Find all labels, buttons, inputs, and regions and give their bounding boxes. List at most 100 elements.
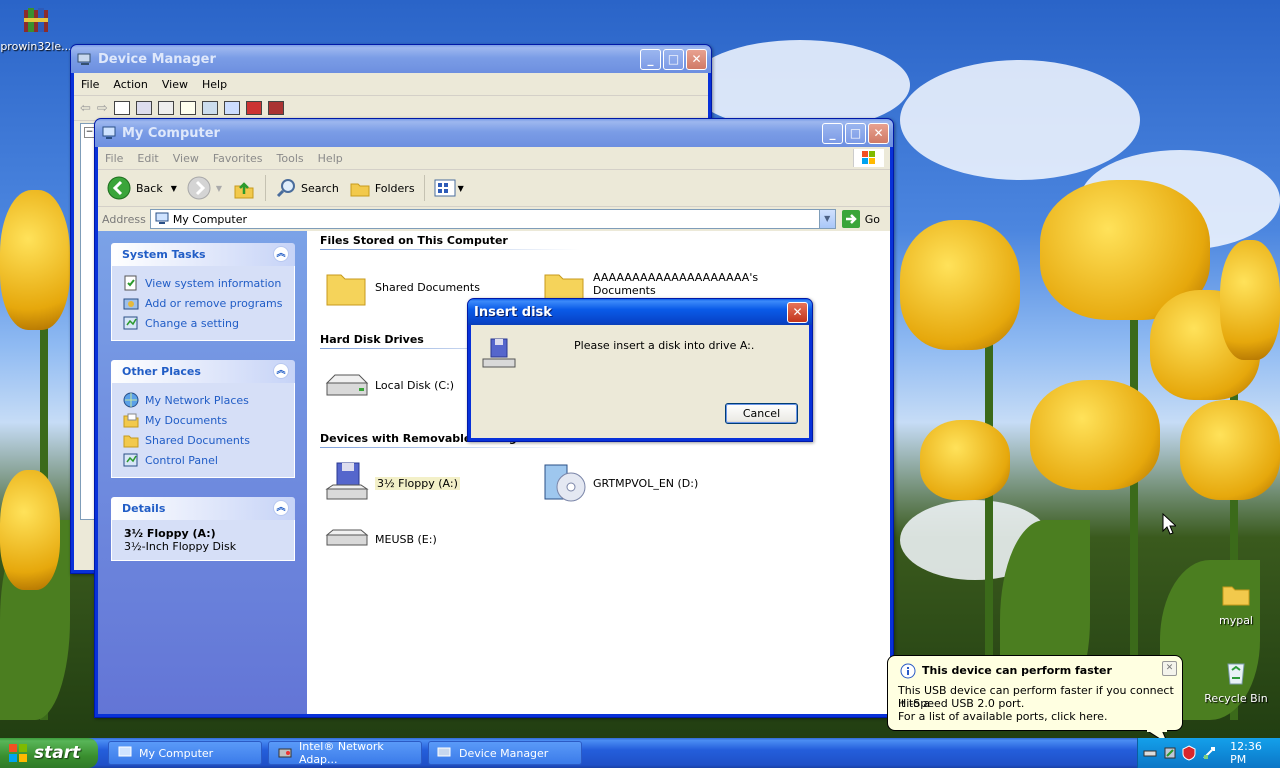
update-driver-icon[interactable] — [223, 101, 240, 115]
insert-disk-dialog[interactable]: Insert disk ✕ Please insert a disk into … — [467, 298, 813, 442]
item-cd-drive-d[interactable]: GRTMPVOL_EN (D:) — [541, 459, 698, 507]
desktop-icon-recycle-bin[interactable]: Recycle Bin — [1200, 656, 1272, 705]
item-label-line2: Documents — [593, 284, 656, 297]
scan-hardware-icon[interactable] — [201, 101, 218, 115]
chevron-down-icon[interactable]: ▼ — [171, 184, 177, 193]
menu-help[interactable]: Help — [195, 78, 234, 91]
my-computer-titlebar[interactable]: My Computer _ □ ✕ — [95, 119, 893, 147]
folders-label: Folders — [374, 181, 415, 195]
system-tasks-header[interactable]: System Tasks ︽ — [111, 243, 295, 266]
maximize-button[interactable]: □ — [845, 122, 866, 144]
search-button[interactable]: Search — [270, 173, 344, 203]
close-button[interactable]: ✕ — [787, 301, 808, 323]
item-label: AAAAAAAAAAAAAAAAAAAA's — [593, 271, 759, 284]
console-tree-icon[interactable] — [113, 101, 130, 115]
close-button[interactable]: ✕ — [868, 122, 889, 144]
taskbar-button-device-manager[interactable]: Device Manager — [428, 741, 582, 765]
collapse-chevron-icon[interactable]: ︽ — [273, 500, 289, 516]
task-change-setting[interactable]: Change a setting — [123, 313, 294, 333]
menu-help[interactable]: Help — [311, 152, 350, 165]
item-shared-documents[interactable]: Shared Documents — [323, 263, 480, 311]
group-divider — [320, 249, 580, 250]
menu-view[interactable]: View — [155, 78, 195, 91]
details-header[interactable]: Details ︽ — [111, 497, 295, 520]
menu-tools[interactable]: Tools — [270, 152, 311, 165]
taskbar-button-intel-network[interactable]: Intel® Network Adap... — [268, 740, 422, 766]
collapse-chevron-icon[interactable]: ︽ — [273, 363, 289, 379]
collapse-chevron-icon[interactable]: ︽ — [273, 246, 289, 262]
close-button[interactable]: ✕ — [686, 48, 707, 70]
dialog-body: Please insert a disk into drive A:. Canc… — [471, 325, 809, 438]
usb-tray-icon[interactable] — [1201, 745, 1217, 761]
menu-file[interactable]: File — [98, 152, 130, 165]
help-icon[interactable] — [179, 101, 196, 115]
minimize-button[interactable]: _ — [640, 48, 661, 70]
group-divider — [320, 447, 580, 448]
recycle-bin-icon — [1220, 656, 1252, 688]
item-local-disk-c[interactable]: Local Disk (C:) — [323, 361, 454, 409]
menu-edit[interactable]: Edit — [130, 152, 165, 165]
place-control-panel[interactable]: Control Panel — [123, 450, 294, 470]
properties-icon[interactable] — [135, 101, 152, 115]
cd-drive-icon — [544, 464, 586, 502]
system-tasks-panel: System Tasks ︽ View system information A… — [111, 243, 295, 341]
address-input[interactable]: My Computer ▼ — [149, 209, 836, 229]
task-label: My Computer — [139, 746, 214, 760]
task-add-remove-programs[interactable]: Add or remove programs — [123, 293, 294, 313]
place-my-network-places[interactable]: My Network Places — [123, 390, 294, 410]
place-my-documents[interactable]: My Documents — [123, 410, 294, 430]
network-tray-icon[interactable] — [1142, 745, 1158, 761]
forward-button[interactable]: ▼ — [182, 173, 227, 203]
menu-file[interactable]: File — [74, 78, 106, 91]
menu-favorites[interactable]: Favorites — [206, 152, 270, 165]
cancel-button[interactable]: Cancel — [725, 403, 798, 424]
taskbar: start My Computer Intel® Network Adap...… — [0, 738, 1280, 768]
address-bar: Address My Computer ▼ Go — [98, 207, 890, 232]
taskbar-button-my-computer[interactable]: My Computer — [108, 741, 262, 765]
folders-button[interactable]: Folders — [344, 173, 420, 203]
windows-logo-icon — [853, 149, 884, 167]
panel-title: Other Places — [122, 365, 201, 378]
item-usb-e[interactable]: MEUSB (E:) — [323, 515, 437, 563]
go-button[interactable]: Go — [841, 210, 880, 228]
clock[interactable]: 12:36 PM — [1230, 740, 1280, 766]
desktop-icon-prowin32[interactable]: prowin32le... — [0, 4, 72, 53]
place-link-label: My Documents — [145, 413, 228, 427]
back-button[interactable]: Back ▼ — [102, 173, 182, 203]
views-button[interactable]: ▼ — [429, 173, 469, 203]
minimize-button[interactable]: _ — [822, 122, 843, 144]
item-floppy-a[interactable]: 3½ Floppy (A:) — [323, 459, 460, 507]
balloon-link[interactable]: For a list of available ports, click her… — [898, 710, 1107, 723]
other-places-header[interactable]: Other Places ︽ — [111, 360, 295, 383]
menu-action[interactable]: Action — [106, 78, 154, 91]
task-pane: System Tasks ︽ View system information A… — [98, 231, 307, 714]
desktop-icon-mypal[interactable]: mypal — [1200, 578, 1272, 627]
menu-view[interactable]: View — [166, 152, 206, 165]
start-button[interactable]: start — [0, 738, 98, 768]
chevron-down-icon[interactable]: ▼ — [818, 210, 835, 228]
dialog-titlebar[interactable]: Insert disk ✕ — [468, 299, 812, 325]
balloon-close-button[interactable]: ✕ — [1162, 661, 1177, 676]
task-label: Device Manager — [459, 746, 549, 760]
place-link-label: My Network Places — [145, 393, 249, 407]
safely-remove-hardware-icon[interactable] — [1162, 745, 1178, 761]
device-manager-titlebar[interactable]: Device Manager _ □ ✕ — [71, 45, 711, 73]
maximize-button[interactable]: □ — [663, 48, 684, 70]
my-computer-icon — [155, 212, 169, 224]
task-view-system-information[interactable]: View system information — [123, 273, 294, 293]
disable-device-icon[interactable] — [245, 101, 262, 115]
place-shared-documents[interactable]: Shared Documents — [123, 430, 294, 450]
up-folder-button[interactable] — [227, 173, 261, 203]
back-arrow-icon[interactable]: ⇦ — [80, 101, 91, 116]
chevron-down-icon[interactable]: ▼ — [458, 184, 464, 193]
security-shield-icon[interactable] — [1181, 745, 1197, 761]
usb-notification-balloon[interactable]: This device can perform faster ✕ This US… — [887, 655, 1183, 746]
print-icon[interactable] — [157, 101, 174, 115]
control-panel-icon — [123, 453, 138, 467]
dialog-message: Please insert a disk into drive A:. — [574, 339, 755, 352]
panel-title: Details — [122, 502, 166, 515]
uninstall-device-icon[interactable] — [267, 101, 284, 115]
chevron-down-icon[interactable]: ▼ — [216, 184, 222, 193]
search-icon — [276, 179, 296, 198]
forward-arrow-icon[interactable]: ⇨ — [97, 101, 108, 116]
